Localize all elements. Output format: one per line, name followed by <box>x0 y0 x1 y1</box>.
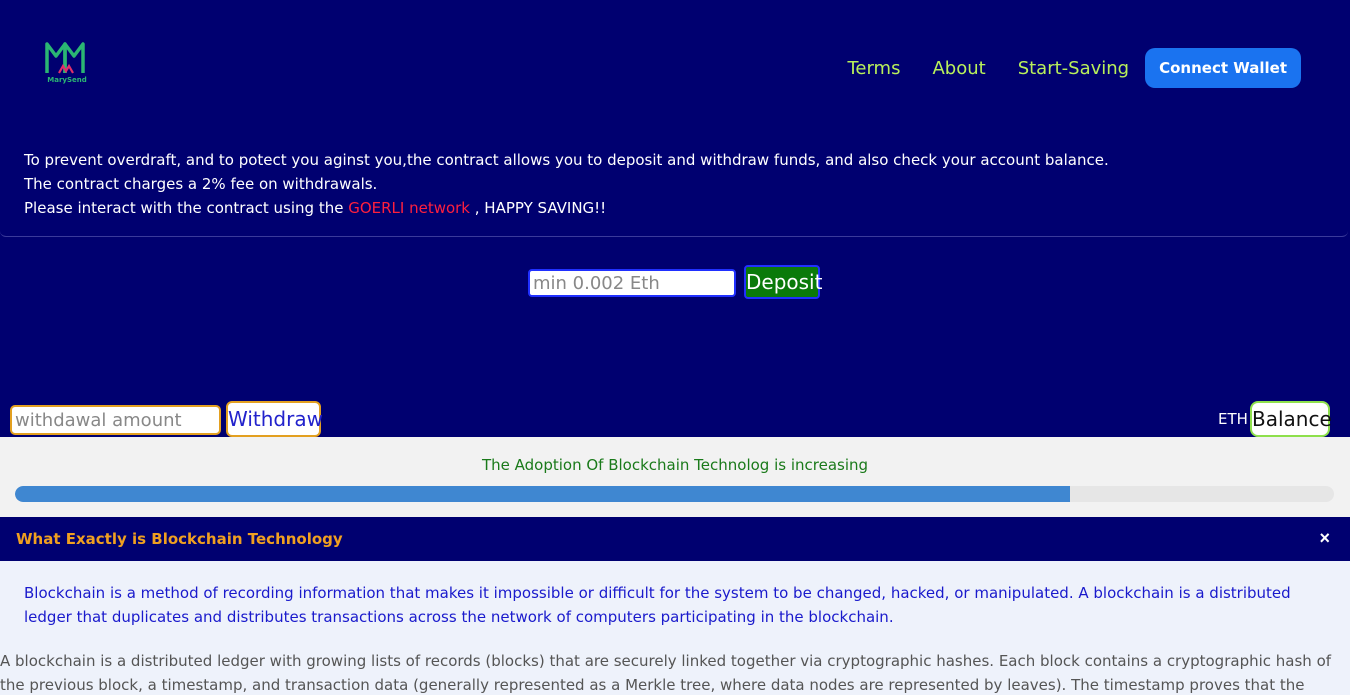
intro-line-2: The contract charges a 2% fee on withdra… <box>24 175 378 193</box>
info-panel-body: Blockchain is a method of recording info… <box>0 561 1350 695</box>
balance-button[interactable]: Balance <box>1250 401 1332 437</box>
info-panel-header[interactable]: What Exactly is Blockchain Technology × <box>0 517 1350 561</box>
connect-wallet-button[interactable]: Connect Wallet <box>1145 48 1301 88</box>
info-paragraph-2: A blockchain is a distributed ledger wit… <box>0 652 1332 694</box>
logo-text: MarySend <box>47 76 87 84</box>
intro-line-3-suffix: , HAPPY SAVING!! <box>470 199 607 217</box>
info-title: What Exactly is Blockchain Technology <box>16 530 343 548</box>
adoption-progress-section: The Adoption Of Blockchain Technolog is … <box>0 437 1350 517</box>
close-icon[interactable]: × <box>1319 528 1330 548</box>
balance-unit: ETH <box>1218 410 1248 428</box>
progress-bar <box>15 486 1334 502</box>
network-name: GOERLI network <box>348 199 470 217</box>
page: MarySend Terms About Start-Saving Connec… <box>0 0 1350 695</box>
main-nav: Terms About Start-Saving Connect Wallet <box>847 48 1301 88</box>
progress-fill <box>15 486 1071 502</box>
deposit-amount-input[interactable] <box>528 269 736 297</box>
progress-caption: The Adoption Of Blockchain Technolog is … <box>481 456 869 474</box>
intro-line-3-prefix: Please interact with the contract using … <box>24 199 349 217</box>
nav-terms[interactable]: Terms <box>847 58 900 79</box>
nav-about[interactable]: About <box>932 58 985 79</box>
intro-text: To prevent overdraft, and to potect you … <box>0 140 1348 237</box>
info-paragraph-1: Blockchain is a method of recording info… <box>24 584 1291 626</box>
nav-start-saving[interactable]: Start-Saving <box>1018 58 1129 79</box>
withdraw-amount-input[interactable] <box>10 405 221 435</box>
intro-line-3: Please interact with the contract using … <box>0 196 1348 220</box>
withdraw-button[interactable]: Withdraw <box>226 401 323 437</box>
intro-line-1: To prevent overdraft, and to potect you … <box>24 151 1109 169</box>
deposit-button[interactable]: Deposit <box>744 265 822 299</box>
